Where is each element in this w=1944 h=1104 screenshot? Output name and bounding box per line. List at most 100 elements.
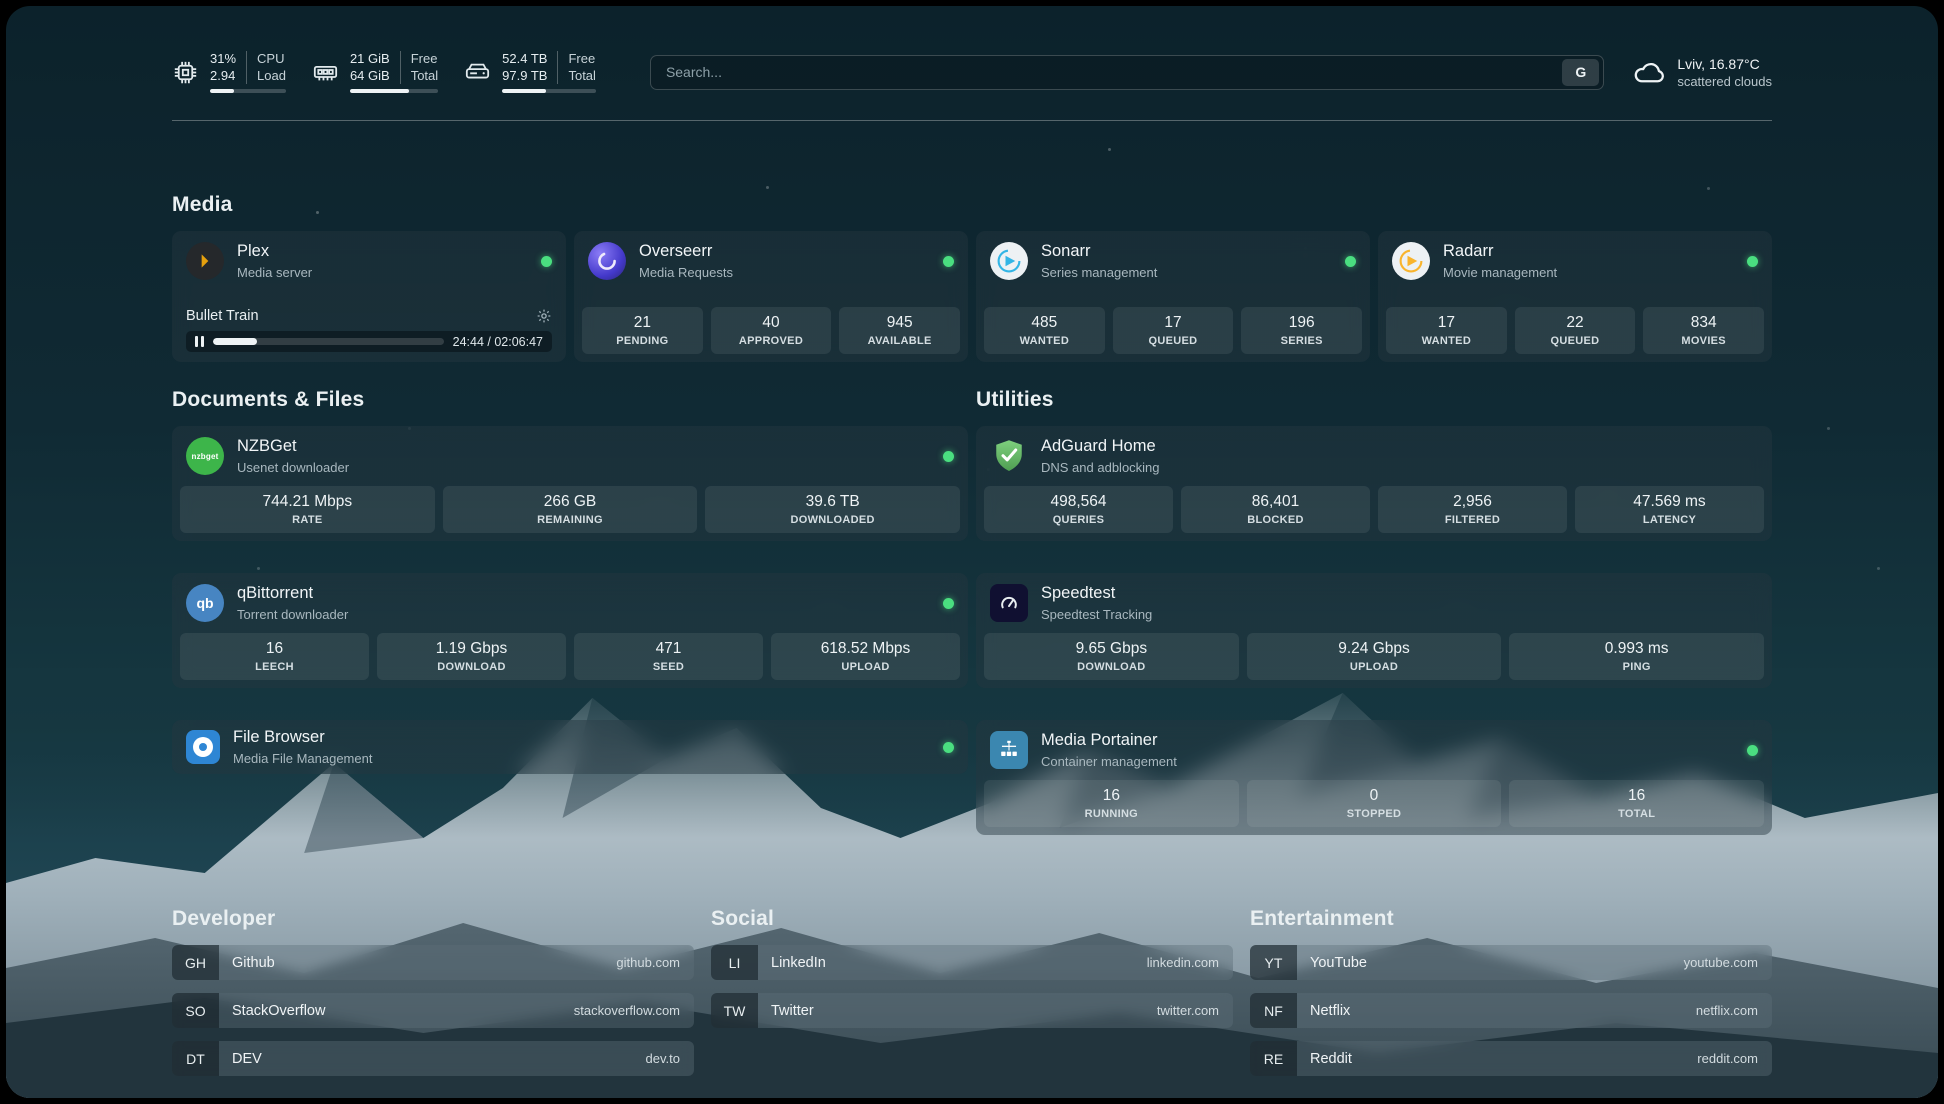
bookmark-reddit[interactable]: RE Reddit reddit.com bbox=[1250, 1041, 1772, 1076]
card-title: Speedtest bbox=[1041, 584, 1152, 604]
card-sonarr[interactable]: Sonarr Series management 485 WANTED 17 Q… bbox=[976, 231, 1370, 362]
card-subtitle: Usenet downloader bbox=[237, 460, 349, 475]
card-title: Radarr bbox=[1443, 242, 1557, 262]
bookmark-name: Github bbox=[219, 945, 275, 980]
card-subtitle: Series management bbox=[1041, 265, 1157, 280]
memory-icon bbox=[312, 59, 339, 86]
bookmark-name: YouTube bbox=[1297, 945, 1367, 980]
card-radarr[interactable]: Radarr Movie management 17 WANTED 22 QUE… bbox=[1378, 231, 1772, 362]
cpu-value-1: 31% bbox=[210, 51, 236, 68]
disk-label-2: Total bbox=[568, 68, 595, 85]
dashboard: 31% 2.94 CPU Load bbox=[6, 6, 1938, 1098]
developer-section-title: Developer bbox=[172, 907, 694, 931]
cpu-icon bbox=[172, 59, 199, 86]
bookmark-github[interactable]: GH Github github.com bbox=[172, 945, 694, 980]
bookmark-url: reddit.com bbox=[1697, 1041, 1772, 1076]
card-subtitle: Media Requests bbox=[639, 265, 733, 280]
cloud-icon bbox=[1632, 55, 1666, 89]
cpu-value-2: 2.94 bbox=[210, 68, 235, 85]
disk-label-1: Free bbox=[568, 51, 595, 68]
bookmark-dev[interactable]: DT DEV dev.to bbox=[172, 1041, 694, 1076]
card-qbittorrent[interactable]: qb qBittorrent Torrent downloader 16 bbox=[172, 573, 968, 688]
overseerr-icon bbox=[588, 242, 626, 280]
card-nzbget[interactable]: nzbget NZBGet Usenet downloader 744.21 M… bbox=[172, 426, 968, 541]
card-subtitle: Container management bbox=[1041, 754, 1177, 769]
portainer-icon bbox=[990, 731, 1028, 769]
bookmark-url: github.com bbox=[616, 945, 694, 980]
bookmark-netflix[interactable]: NF Netflix netflix.com bbox=[1250, 993, 1772, 1028]
card-speedtest[interactable]: Speedtest Speedtest Tracking 9.65 Gbps D… bbox=[976, 573, 1772, 688]
cpu-label-2: Load bbox=[257, 68, 286, 85]
speedtest-gauge-icon bbox=[990, 584, 1028, 622]
card-overseerr[interactable]: Overseerr Media Requests 21 PENDING 40 A… bbox=[574, 231, 968, 362]
weather-condition: scattered clouds bbox=[1677, 74, 1772, 89]
disk-value-2: 97.9 TB bbox=[502, 68, 547, 85]
status-dot bbox=[943, 742, 954, 753]
stat-total: 16 TOTAL bbox=[1509, 780, 1764, 827]
documents-section-title: Documents & Files bbox=[172, 388, 968, 412]
bookmark-linkedin[interactable]: LI LinkedIn linkedin.com bbox=[711, 945, 1233, 980]
card-subtitle: Speedtest Tracking bbox=[1041, 607, 1152, 622]
stat-approved: 40 APPROVED bbox=[711, 307, 832, 354]
bookmark-stackoverflow[interactable]: SO StackOverflow stackoverflow.com bbox=[172, 993, 694, 1028]
stat-wanted: 17 WANTED bbox=[1386, 307, 1507, 354]
bookmarks-developer: Developer GH Github github.com SO StackO… bbox=[172, 907, 694, 1076]
card-plex[interactable]: Plex Media server Bullet Train bbox=[172, 231, 566, 362]
weather-location: Lviv, 16.87°C bbox=[1677, 56, 1772, 72]
card-title: File Browser bbox=[233, 728, 372, 748]
status-dot bbox=[943, 598, 954, 609]
gear-icon[interactable] bbox=[536, 308, 552, 324]
status-dot bbox=[943, 451, 954, 462]
stat-stopped: 0 STOPPED bbox=[1247, 780, 1502, 827]
card-title: Overseerr bbox=[639, 242, 733, 262]
bookmark-name: Netflix bbox=[1297, 993, 1350, 1028]
bookmark-url: twitter.com bbox=[1157, 993, 1233, 1028]
media-section-title: Media bbox=[172, 193, 1772, 217]
memory-label-2: Total bbox=[411, 68, 438, 85]
utilities-section-title: Utilities bbox=[976, 388, 1772, 412]
memory-value-1: 21 GiB bbox=[350, 51, 390, 68]
cpu-label-1: CPU bbox=[257, 51, 286, 68]
bookmarks-entertainment: Entertainment YT YouTube youtube.com NF … bbox=[1250, 907, 1772, 1076]
card-subtitle: Movie management bbox=[1443, 265, 1557, 280]
memory-value-2: 64 GiB bbox=[350, 68, 390, 85]
stat-movies: 834 MOVIES bbox=[1643, 307, 1764, 354]
playback-progress-track[interactable] bbox=[213, 338, 444, 345]
playback-time: 24:44 / 02:06:47 bbox=[453, 335, 543, 349]
entertainment-section-title: Entertainment bbox=[1250, 907, 1772, 931]
card-title: Sonarr bbox=[1041, 242, 1157, 262]
plex-icon bbox=[186, 242, 224, 280]
stat-queries: 498,564 QUERIES bbox=[984, 486, 1173, 533]
stat-ping: 0.993 ms PING bbox=[1509, 633, 1764, 680]
memory-widget: 21 GiB 64 GiB Free Total bbox=[312, 51, 438, 94]
search-bar: G bbox=[650, 55, 1604, 90]
bookmark-url: netflix.com bbox=[1696, 993, 1772, 1028]
bookmark-name: Reddit bbox=[1297, 1041, 1352, 1076]
bookmark-abbr: YT bbox=[1250, 945, 1297, 980]
bookmark-twitter[interactable]: TW Twitter twitter.com bbox=[711, 993, 1233, 1028]
card-subtitle: Media server bbox=[237, 265, 312, 280]
pause-icon[interactable] bbox=[195, 336, 204, 347]
section-documents: Documents & Files nzbget NZBGet Usenet d… bbox=[172, 388, 968, 774]
disk-value-1: 52.4 TB bbox=[502, 51, 547, 68]
cpu-usage-bar bbox=[210, 89, 286, 93]
memory-usage-bar bbox=[350, 89, 438, 93]
stat-rate: 744.21 Mbps RATE bbox=[180, 486, 435, 533]
status-dot bbox=[541, 256, 552, 267]
card-adguard[interactable]: AdGuard Home DNS and adblocking 498,564 … bbox=[976, 426, 1772, 541]
card-portainer[interactable]: Media Portainer Container management 16 … bbox=[976, 720, 1772, 835]
bookmark-name: Twitter bbox=[758, 993, 814, 1028]
search-input[interactable] bbox=[664, 63, 1562, 81]
bookmark-abbr: RE bbox=[1250, 1041, 1297, 1076]
hard-drive-icon bbox=[464, 59, 491, 86]
bookmark-name: DEV bbox=[219, 1041, 262, 1076]
disk-widget: 52.4 TB 97.9 TB Free Total bbox=[464, 51, 596, 94]
search-provider-button[interactable]: G bbox=[1562, 59, 1599, 86]
bookmark-youtube[interactable]: YT YouTube youtube.com bbox=[1250, 945, 1772, 980]
card-filebrowser[interactable]: File Browser Media File Management bbox=[172, 720, 968, 774]
card-title: NZBGet bbox=[237, 437, 349, 457]
social-section-title: Social bbox=[711, 907, 1233, 931]
bookmark-abbr: SO bbox=[172, 993, 219, 1028]
stat-filtered: 2,956 FILTERED bbox=[1378, 486, 1567, 533]
stat-upload: 618.52 Mbps UPLOAD bbox=[771, 633, 960, 680]
